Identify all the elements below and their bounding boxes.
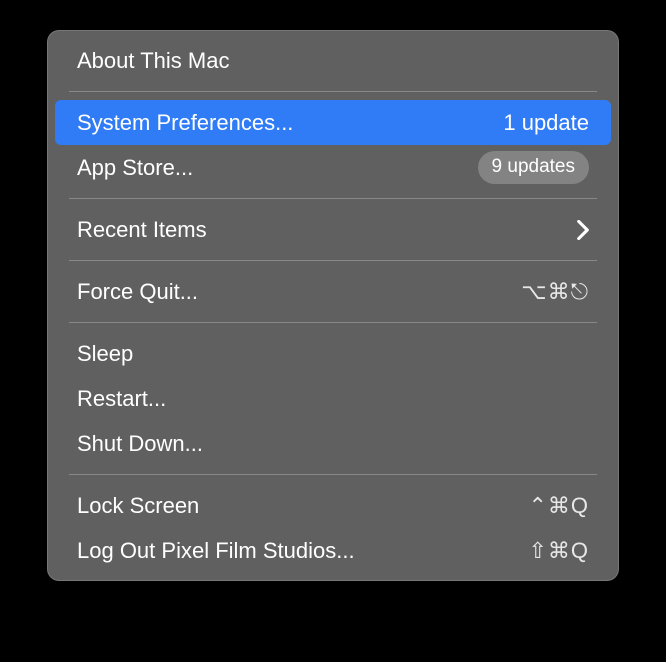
menu-item-recent-items[interactable]: Recent Items <box>55 207 611 252</box>
menu-item-app-store[interactable]: App Store... 9 updates <box>55 145 611 190</box>
apple-menu: About This Mac System Preferences... 1 u… <box>47 30 619 581</box>
menu-item-force-quit[interactable]: Force Quit... ⌥⌘⎋ <box>55 269 611 314</box>
menu-separator <box>69 474 597 475</box>
menu-item-label: Force Quit... <box>77 275 521 308</box>
keyboard-shortcut: ⌥⌘⎋ <box>521 275 589 308</box>
keyboard-shortcut: ⇧⌘Q <box>528 534 589 567</box>
update-badge: 9 updates <box>478 151 589 184</box>
menu-item-shut-down[interactable]: Shut Down... <box>55 421 611 466</box>
menu-item-restart[interactable]: Restart... <box>55 376 611 421</box>
update-badge: 1 update <box>503 106 589 139</box>
menu-item-label: System Preferences... <box>77 106 503 139</box>
menu-item-log-out[interactable]: Log Out Pixel Film Studios... ⇧⌘Q <box>55 528 611 573</box>
menu-item-label: Sleep <box>77 337 589 370</box>
menu-separator <box>69 91 597 92</box>
menu-item-label: Lock Screen <box>77 489 528 522</box>
menu-separator <box>69 322 597 323</box>
menu-item-label: App Store... <box>77 151 478 184</box>
menu-item-system-preferences[interactable]: System Preferences... 1 update <box>55 100 611 145</box>
menu-item-label: Restart... <box>77 382 589 415</box>
menu-item-lock-screen[interactable]: Lock Screen ⌃⌘Q <box>55 483 611 528</box>
menu-separator <box>69 198 597 199</box>
menu-item-label: About This Mac <box>77 44 589 77</box>
menu-item-sleep[interactable]: Sleep <box>55 331 611 376</box>
chevron-right-icon <box>577 220 589 240</box>
menu-separator <box>69 260 597 261</box>
menu-item-label: Log Out Pixel Film Studios... <box>77 534 528 567</box>
menu-item-about-this-mac[interactable]: About This Mac <box>55 38 611 83</box>
menu-item-label: Recent Items <box>77 213 577 246</box>
menu-item-label: Shut Down... <box>77 427 589 460</box>
keyboard-shortcut: ⌃⌘Q <box>528 489 589 522</box>
